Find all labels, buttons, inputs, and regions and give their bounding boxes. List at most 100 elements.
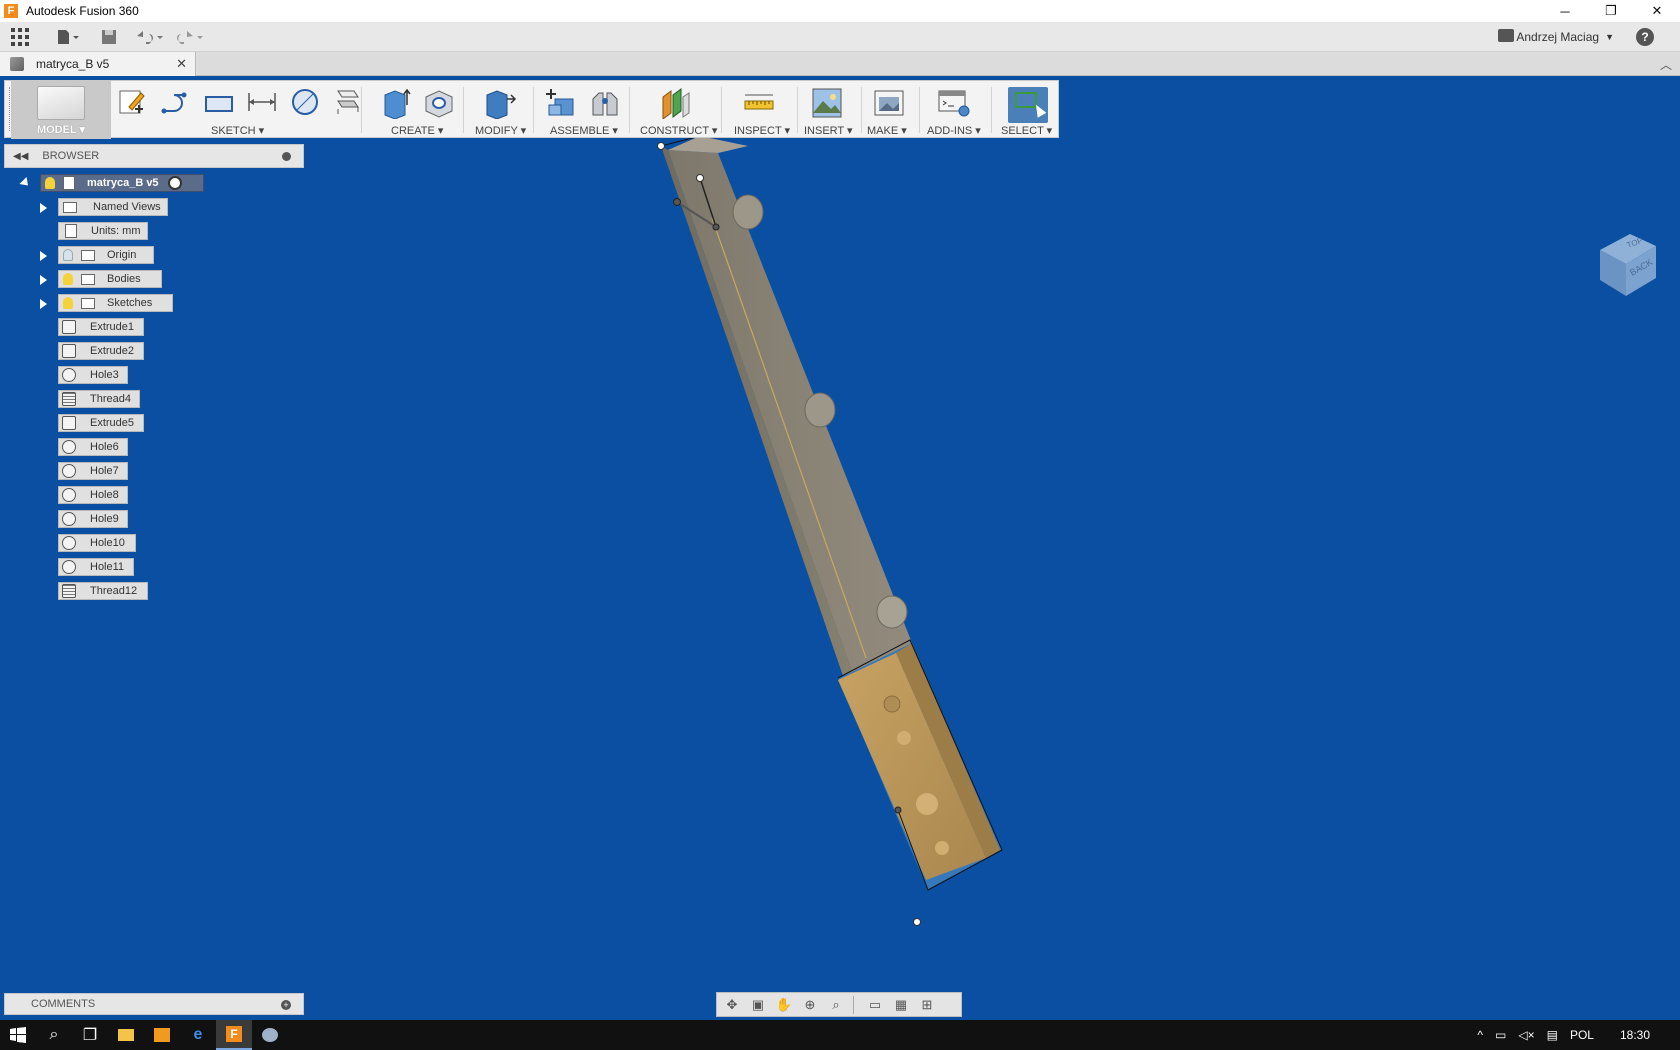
file-explorer-icon[interactable] xyxy=(108,1020,144,1050)
scripts-addins-icon[interactable] xyxy=(937,87,970,117)
save-icon[interactable] xyxy=(94,25,124,49)
fit-icon[interactable]: ⌕ xyxy=(825,996,847,1014)
browser-item-origin[interactable]: Origin xyxy=(58,246,154,264)
viewcube[interactable]: TOP BACK xyxy=(1590,228,1660,298)
feature-extrude1[interactable]: Extrude1 xyxy=(58,318,144,336)
hole-icon[interactable] xyxy=(423,87,453,118)
grid-settings-icon[interactable]: ▦ xyxy=(890,996,912,1014)
sketch-point[interactable] xyxy=(657,142,665,150)
minimize-panel-icon[interactable] xyxy=(282,152,291,161)
new-component-icon[interactable] xyxy=(545,87,575,117)
data-panel-grid-icon[interactable] xyxy=(0,25,40,49)
thread-hole-1[interactable] xyxy=(883,695,901,713)
sketch-point[interactable] xyxy=(712,223,720,231)
clock[interactable]: 18:30 xyxy=(1620,1028,1650,1042)
sketch-point[interactable] xyxy=(913,918,921,926)
feature-hole9[interactable]: Hole9 xyxy=(58,510,128,528)
browser-item-bodies[interactable]: Bodies xyxy=(58,270,162,288)
notifications-icon[interactable] xyxy=(1498,29,1514,42)
assemble-menu[interactable]: ASSEMBLE ▾ xyxy=(550,124,618,137)
expand-icon[interactable] xyxy=(40,251,47,261)
feature-hole11[interactable]: Hole11 xyxy=(58,558,134,576)
workspace-switcher[interactable]: MODEL ▾ xyxy=(11,81,111,139)
undo-icon[interactable] xyxy=(130,25,170,49)
expand-icon[interactable] xyxy=(40,203,47,213)
keyboard-icon[interactable]: ▤ xyxy=(1547,1028,1558,1042)
visibility-bulb-icon[interactable] xyxy=(45,177,55,189)
pan-icon[interactable]: ✋ xyxy=(773,996,795,1014)
edge-browser-icon[interactable]: e xyxy=(180,1020,216,1050)
make-menu[interactable]: MAKE ▾ xyxy=(867,124,907,137)
select-menu[interactable]: SELECT ▾ xyxy=(1001,124,1052,137)
browser-item-sketches[interactable]: Sketches xyxy=(58,294,173,312)
feature-hole3[interactable]: Hole3 xyxy=(58,366,128,384)
sketch-dimension-icon[interactable] xyxy=(246,87,276,117)
modify-menu[interactable]: MODIFY ▾ xyxy=(475,124,526,137)
line-tool-icon[interactable] xyxy=(160,87,190,117)
browser-item-units[interactable]: Units: mm xyxy=(58,222,148,240)
feature-thread4[interactable]: Thread4 xyxy=(58,390,140,408)
offset-plane-icon[interactable] xyxy=(659,87,690,120)
restore-button[interactable]: ❐ xyxy=(1588,0,1634,22)
viewports-icon[interactable]: ⊞ xyxy=(916,996,938,1014)
create-menu[interactable]: CREATE ▾ xyxy=(391,124,443,137)
hole-3[interactable] xyxy=(876,595,908,629)
feature-hole6[interactable]: Hole6 xyxy=(58,438,128,456)
display-settings-icon[interactable]: ▭ xyxy=(864,996,886,1014)
media-app-icon[interactable] xyxy=(144,1020,180,1050)
part-front-face[interactable] xyxy=(668,150,912,672)
sketch-point[interactable] xyxy=(673,198,681,206)
task-view-icon[interactable]: ❐ xyxy=(72,1020,108,1050)
3d-print-icon[interactable] xyxy=(873,87,904,117)
redo-icon[interactable] xyxy=(170,25,210,49)
press-pull-icon[interactable] xyxy=(483,87,517,120)
measure-icon[interactable] xyxy=(743,87,774,117)
hole-1[interactable] xyxy=(732,194,764,230)
minimize-button[interactable]: ─ xyxy=(1542,0,1588,22)
volume-muted-icon[interactable]: ◁× xyxy=(1518,1028,1534,1042)
file-menu-icon[interactable] xyxy=(48,25,88,49)
feature-hole10[interactable]: Hole10 xyxy=(58,534,136,552)
windows-start-icon[interactable] xyxy=(0,1020,36,1050)
browser-root-node[interactable]: matryca_B v5 xyxy=(40,174,204,192)
select-tool-button[interactable] xyxy=(1008,87,1048,123)
chevron-up-icon[interactable]: ︿ xyxy=(1660,56,1672,73)
hole-4[interactable] xyxy=(897,731,911,745)
circle-tool-icon[interactable] xyxy=(289,87,319,117)
document-tab[interactable]: matryca_B v5 ✕ xyxy=(0,52,196,76)
feature-thread12[interactable]: Thread12 xyxy=(58,582,148,600)
search-icon[interactable]: ⌕ xyxy=(36,1020,72,1050)
browser-item-named-views[interactable]: Named Views xyxy=(58,198,168,216)
feature-hole7[interactable]: Hole7 xyxy=(58,462,128,480)
joint-icon[interactable] xyxy=(589,87,619,117)
insert-menu[interactable]: INSERT ▾ xyxy=(804,124,853,137)
visibility-bulb-icon[interactable] xyxy=(63,273,73,285)
project-tool-icon[interactable] xyxy=(332,87,362,117)
construct-menu[interactable]: CONSTRUCT ▾ xyxy=(640,124,717,137)
hole-2[interactable] xyxy=(804,392,836,428)
add-comment-icon[interactable]: + xyxy=(281,1000,291,1010)
3d-viewport[interactable]: TOP BACK xyxy=(0,135,1680,1018)
close-tab-icon[interactable]: ✕ xyxy=(176,56,187,72)
sketch-menu[interactable]: SKETCH ▾ xyxy=(211,124,264,137)
sketch-point[interactable] xyxy=(894,806,902,814)
help-icon[interactable]: ? xyxy=(1636,28,1654,46)
look-at-icon[interactable]: ▣ xyxy=(747,996,769,1014)
browser-panel-header[interactable]: ◀◀ BROWSER xyxy=(4,144,304,168)
collapse-browser-icon[interactable]: ◀◀ xyxy=(13,151,28,162)
feature-extrude5[interactable]: Extrude5 xyxy=(58,414,144,432)
sketch-point[interactable] xyxy=(696,174,704,182)
create-sketch-icon[interactable] xyxy=(117,87,147,117)
hole-5[interactable] xyxy=(916,793,938,815)
user-menu[interactable]: Andrzej Maciag ▼ xyxy=(1516,22,1614,52)
orbit-icon[interactable]: ✥ xyxy=(721,996,743,1014)
hole-6[interactable] xyxy=(935,841,949,855)
extrude-icon[interactable] xyxy=(381,87,411,120)
app-taskbar-icon[interactable] xyxy=(252,1020,288,1050)
feature-extrude2[interactable]: Extrude2 xyxy=(58,342,144,360)
activate-radio-icon[interactable] xyxy=(167,176,182,190)
expand-icon[interactable] xyxy=(40,275,47,285)
feature-hole8[interactable]: Hole8 xyxy=(58,486,128,504)
expand-icon[interactable] xyxy=(40,299,47,309)
visibility-bulb-off-icon[interactable] xyxy=(63,249,73,261)
